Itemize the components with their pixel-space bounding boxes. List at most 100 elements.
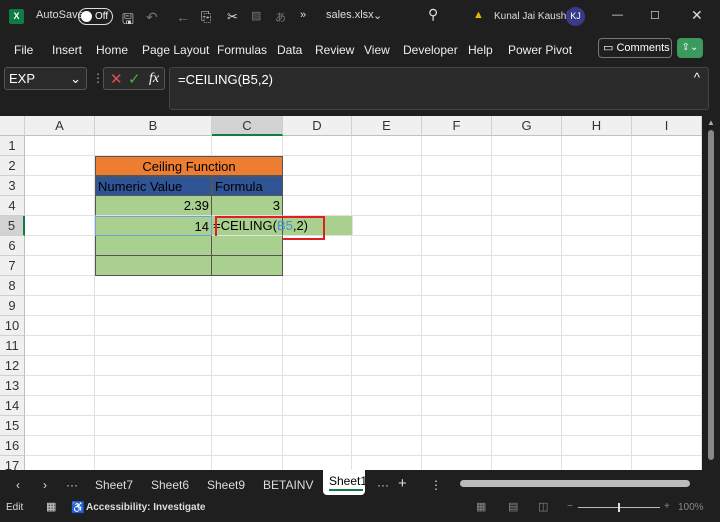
cell[interactable]	[25, 136, 95, 156]
cell[interactable]	[422, 176, 492, 196]
cell[interactable]	[422, 356, 492, 376]
cell[interactable]	[95, 436, 212, 456]
cell[interactable]	[212, 276, 283, 296]
cell[interactable]	[95, 336, 212, 356]
row-header-2[interactable]: 2	[0, 156, 25, 176]
tab-help[interactable]: Help	[468, 43, 493, 57]
cell[interactable]	[212, 396, 283, 416]
next-sheet-icon[interactable]: ›	[43, 478, 47, 492]
cell[interactable]	[492, 316, 562, 336]
cell[interactable]	[562, 156, 632, 176]
cell[interactable]	[283, 176, 352, 196]
cell[interactable]	[283, 276, 352, 296]
save-icon[interactable]: 🖫	[122, 9, 134, 33]
page-layout-view-icon[interactable]: ▤	[508, 500, 518, 513]
cell[interactable]	[422, 196, 492, 216]
cell-c4[interactable]: 3	[212, 196, 283, 216]
cell[interactable]	[632, 296, 702, 316]
collapse-icon[interactable]: ^	[694, 70, 700, 85]
column-header-i[interactable]: I	[632, 116, 702, 136]
tab-page-layout[interactable]: Page Layout	[142, 43, 209, 57]
column-header-b[interactable]: B	[95, 116, 212, 136]
chevron-down-icon[interactable]: ⌄	[70, 68, 81, 89]
cell[interactable]	[352, 336, 422, 356]
cell[interactable]	[562, 356, 632, 376]
cell[interactable]	[632, 156, 702, 176]
row-header-3[interactable]: 3	[0, 176, 25, 196]
column-header-g[interactable]: G	[492, 116, 562, 136]
cell[interactable]	[492, 256, 562, 276]
cell[interactable]	[352, 196, 422, 216]
cell[interactable]	[352, 316, 422, 336]
cell[interactable]	[95, 376, 212, 396]
row-header-11[interactable]: 11	[0, 336, 25, 356]
row-header-5[interactable]: 5	[0, 216, 25, 236]
cell[interactable]	[632, 376, 702, 396]
tab-formulas[interactable]: Formulas	[217, 43, 267, 57]
cell[interactable]	[562, 236, 632, 256]
cell[interactable]	[562, 436, 632, 456]
zoom-in-icon[interactable]: +	[664, 501, 670, 512]
cell[interactable]	[562, 276, 632, 296]
cell[interactable]	[352, 416, 422, 436]
cell[interactable]	[25, 416, 95, 436]
cell[interactable]	[25, 356, 95, 376]
cell[interactable]	[632, 196, 702, 216]
cell[interactable]	[562, 216, 632, 236]
sheet-tab-betainv[interactable]: BETAINV	[263, 478, 313, 492]
cell[interactable]	[95, 356, 212, 376]
cancel-icon[interactable]: ✕	[110, 70, 123, 88]
cell[interactable]	[632, 176, 702, 196]
prev-sheet-icon[interactable]: ‹	[16, 478, 20, 492]
minimize-button[interactable]: —	[612, 9, 623, 21]
cell[interactable]	[212, 456, 283, 470]
cell[interactable]	[352, 256, 422, 276]
cell[interactable]	[25, 216, 95, 236]
cell[interactable]	[212, 416, 283, 436]
cell-b6[interactable]	[95, 236, 212, 256]
cell[interactable]	[492, 176, 562, 196]
vertical-scrollbar[interactable]: ▲	[702, 116, 720, 470]
cell[interactable]	[562, 456, 632, 470]
cell[interactable]	[562, 296, 632, 316]
cell[interactable]	[632, 136, 702, 156]
cell[interactable]	[352, 456, 422, 470]
options-icon[interactable]: ⋮	[430, 478, 442, 492]
comments-button[interactable]: ▭ Comments	[598, 38, 672, 58]
cell[interactable]	[562, 336, 632, 356]
cell[interactable]	[283, 356, 352, 376]
cell[interactable]	[95, 276, 212, 296]
cell[interactable]	[283, 136, 352, 156]
column-header-h[interactable]: H	[562, 116, 632, 136]
accessibility-status[interactable]: Accessibility: Investigate	[86, 502, 206, 513]
cell[interactable]	[562, 136, 632, 156]
cell[interactable]	[492, 236, 562, 256]
cut-icon[interactable]: ✂	[227, 9, 238, 25]
cell-b4[interactable]: 2.39	[95, 196, 212, 216]
cell[interactable]	[212, 336, 283, 356]
cell[interactable]	[632, 456, 702, 470]
zoom-level[interactable]: 100%	[678, 502, 704, 513]
cell[interactable]	[422, 456, 492, 470]
cell[interactable]	[352, 296, 422, 316]
cell[interactable]	[492, 336, 562, 356]
cell[interactable]	[283, 336, 352, 356]
cell[interactable]	[422, 276, 492, 296]
cell[interactable]	[283, 296, 352, 316]
cell[interactable]	[422, 396, 492, 416]
column-header-c[interactable]: C	[212, 116, 283, 136]
cell[interactable]	[562, 316, 632, 336]
maximize-button[interactable]: ☐	[650, 9, 660, 22]
tab-home[interactable]: Home	[96, 43, 128, 57]
undo-icon[interactable]: ↶	[146, 9, 158, 26]
cell[interactable]	[25, 436, 95, 456]
cell[interactable]	[283, 436, 352, 456]
cell[interactable]	[632, 256, 702, 276]
cell-c3-header[interactable]: Formula	[212, 176, 283, 196]
column-header-d[interactable]: D	[283, 116, 352, 136]
cell[interactable]	[422, 376, 492, 396]
cell-b5[interactable]: 14	[95, 216, 212, 236]
cell[interactable]	[283, 416, 352, 436]
row-header-7[interactable]: 7	[0, 256, 25, 276]
select-all[interactable]	[0, 116, 25, 136]
